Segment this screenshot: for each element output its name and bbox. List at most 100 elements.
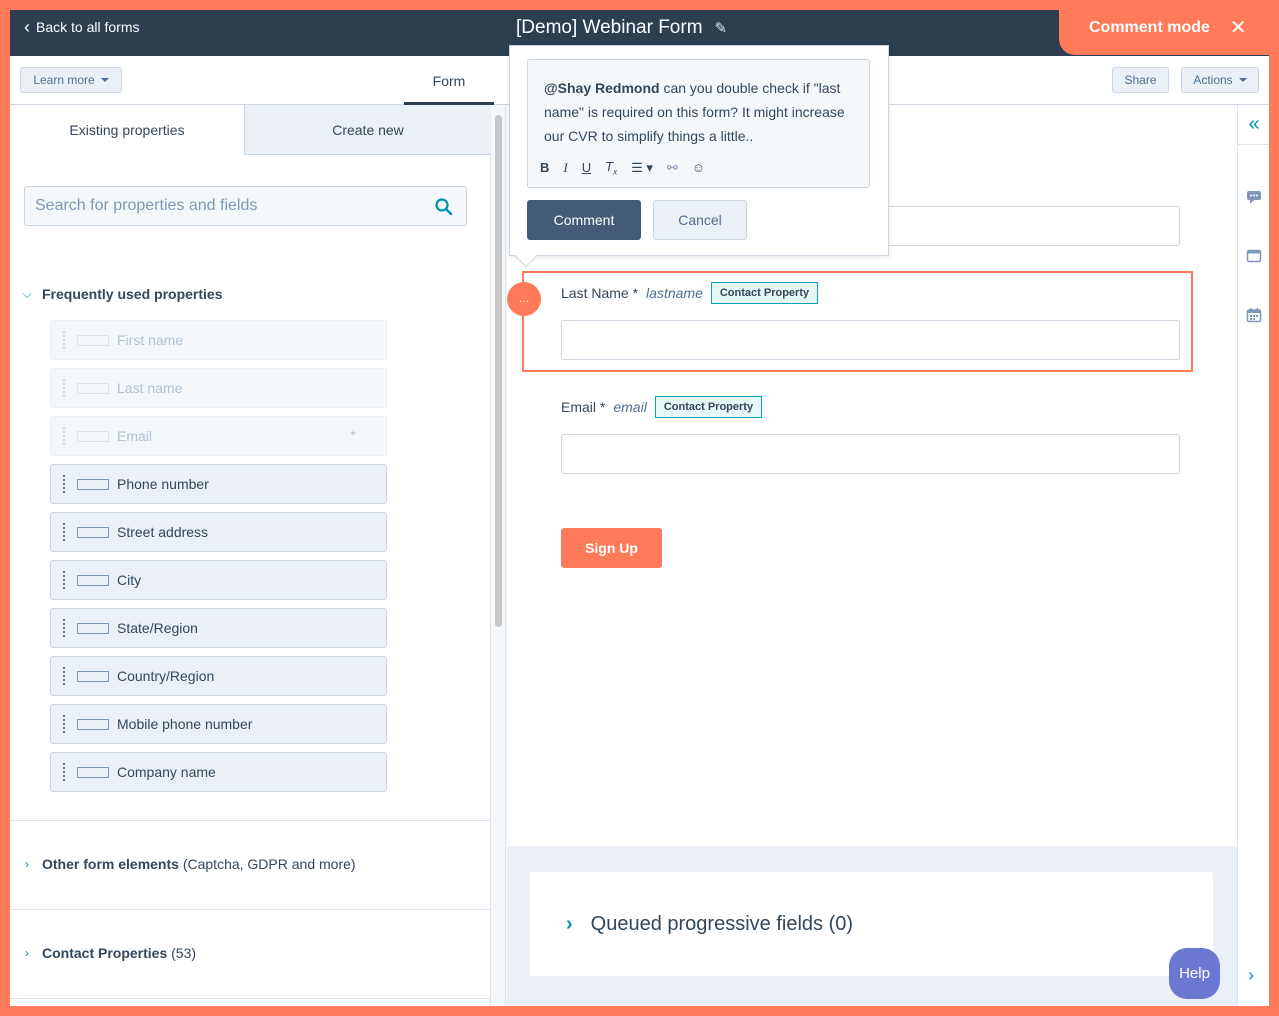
property-label: Last name (117, 380, 183, 396)
chevron-right-icon: › (25, 946, 29, 960)
chevron-right-icon: › (566, 912, 573, 935)
drag-handle-icon[interactable] (51, 570, 77, 590)
collapse-sidebar-icon[interactable]: « (1238, 105, 1269, 145)
form-title[interactable]: [Demo] Webinar Form ✎ (516, 17, 727, 39)
property-search (24, 186, 467, 226)
underline-icon[interactable]: U (582, 160, 591, 175)
tab-existing-properties[interactable]: Existing properties (10, 105, 245, 155)
emoji-icon[interactable]: ☺ (692, 160, 705, 175)
drag-handle-icon (51, 426, 77, 446)
comment-mode-label: Comment mode (1089, 18, 1210, 36)
chevron-down-icon: ⌵ (22, 286, 32, 301)
property-item-state-region[interactable]: State/Region (50, 608, 387, 648)
properties-tabs: Existing properties Create new (10, 105, 491, 155)
comment-popover: @Shay Redmond can you double check if "l… (509, 45, 889, 268)
property-label: Email (117, 428, 153, 444)
contact-property-badge: Contact Property (654, 396, 763, 418)
link-icon[interactable]: ⚯ (667, 160, 678, 176)
comment-text[interactable]: @Shay Redmond can you double check if "l… (544, 76, 862, 148)
property-label: Company name (117, 764, 216, 780)
first-field-input[interactable] (867, 206, 1180, 246)
text-field-icon (77, 574, 109, 586)
property-label: First name (117, 332, 184, 348)
frequently-used-title: Frequently used properties (42, 286, 223, 302)
text-field-icon (77, 622, 109, 634)
learn-more-dropdown[interactable]: Learn more (20, 67, 122, 93)
field-internal-name: email (613, 399, 647, 415)
comment-editor[interactable]: @Shay Redmond can you double check if "l… (527, 59, 870, 188)
pencil-icon[interactable]: ✎ (715, 19, 728, 37)
drag-handle-icon (51, 378, 77, 398)
property-label: Phone number (117, 476, 209, 492)
lastname-input[interactable] (561, 320, 1180, 360)
contact-properties-title: Contact Properties (42, 945, 168, 961)
form-title-text: [Demo] Webinar Form (516, 17, 703, 38)
list-icon[interactable]: ☰ ▾ (631, 160, 653, 176)
text-field-icon (77, 430, 109, 442)
drag-handle-icon[interactable] (51, 714, 77, 734)
progressive-label: Queued progressive fields (0) (590, 912, 854, 935)
clear-format-icon[interactable]: Tx (605, 159, 617, 177)
browser-window-icon[interactable] (1246, 248, 1262, 264)
property-item-country-region[interactable]: Country/Region (50, 656, 387, 696)
other-form-elements-toggle[interactable]: › Other form elements (Captcha, GDPR and… (22, 856, 356, 872)
email-input[interactable] (561, 434, 1180, 474)
close-icon[interactable]: ✕ (1230, 15, 1247, 40)
calendar-icon[interactable] (1246, 307, 1262, 323)
properties-panel: Existing properties Create new ⌵ Frequen… (10, 105, 491, 1006)
property-item-company-name[interactable]: Company name (50, 752, 387, 792)
scrollbar-thumb[interactable] (495, 115, 502, 627)
property-item-email: Email * (50, 416, 387, 456)
field-internal-name: lastname (646, 285, 703, 301)
panel-scrollbar[interactable] (491, 105, 506, 1006)
right-sidebar: « › (1237, 105, 1269, 1006)
comment-submit-button[interactable]: Comment (527, 200, 641, 240)
italic-icon[interactable]: I (563, 160, 567, 176)
drag-handle-icon[interactable] (51, 474, 77, 494)
comment-pin-icon[interactable]: … (507, 282, 541, 316)
section-divider (10, 820, 491, 821)
frequently-used-section-toggle[interactable]: ⌵ Frequently used properties (22, 286, 222, 302)
share-label: Share (1124, 73, 1157, 87)
formatting-toolbar: B I U Tx ☰ ▾ ⚯ ☺ (540, 159, 705, 177)
contact-properties-toggle[interactable]: › Contact Properties (53) (22, 945, 196, 961)
learn-more-label: Learn more (33, 73, 95, 87)
tab-form-label: Form (432, 72, 466, 89)
property-item-phone-number[interactable]: Phone number (50, 464, 387, 504)
property-item-street-address[interactable]: Street address (50, 512, 387, 552)
bold-icon[interactable]: B (540, 160, 549, 175)
property-label: Country/Region (117, 668, 215, 684)
text-field-icon (77, 334, 109, 346)
property-label: City (117, 572, 142, 588)
queued-progressive-fields-toggle[interactable]: › Queued progressive fields (0) (530, 872, 1213, 976)
comment-icon[interactable] (1246, 189, 1262, 205)
caret-down-icon (1238, 78, 1247, 82)
drag-handle-icon[interactable] (51, 666, 77, 686)
field-label-text: Email * (561, 399, 606, 415)
search-icon[interactable] (434, 197, 454, 217)
contact-properties-count: (53) (171, 945, 197, 961)
caret-down-icon (100, 78, 109, 82)
drag-handle-icon[interactable] (51, 618, 77, 638)
sign-up-button[interactable]: Sign Up (561, 528, 662, 568)
lastname-field-label: Last Name * lastname Contact Property (561, 282, 819, 304)
comment-cancel-button[interactable]: Cancel (653, 200, 747, 240)
drag-handle-icon[interactable] (51, 762, 77, 782)
share-button[interactable]: Share (1112, 67, 1169, 93)
other-elements-title: Other form elements (42, 856, 179, 872)
chevron-right-icon[interactable]: › (1248, 965, 1254, 986)
drag-handle-icon[interactable] (51, 522, 77, 542)
text-field-icon (77, 766, 109, 778)
property-item-mobile-phone[interactable]: Mobile phone number (50, 704, 387, 744)
text-field-icon (77, 478, 109, 490)
comment-mode-banner: Comment mode ✕ (1059, 0, 1269, 55)
help-button[interactable]: Help (1169, 948, 1220, 999)
property-item-last-name: Last name (50, 368, 387, 408)
property-search-input[interactable] (25, 187, 425, 225)
actions-dropdown[interactable]: Actions (1181, 67, 1259, 93)
back-to-forms-link[interactable]: ‹ Back to all forms (24, 18, 139, 36)
tab-form[interactable]: Form (404, 56, 494, 106)
chevron-right-icon: › (25, 857, 29, 871)
property-item-city[interactable]: City (50, 560, 387, 600)
tab-create-new[interactable]: Create new (245, 105, 491, 155)
